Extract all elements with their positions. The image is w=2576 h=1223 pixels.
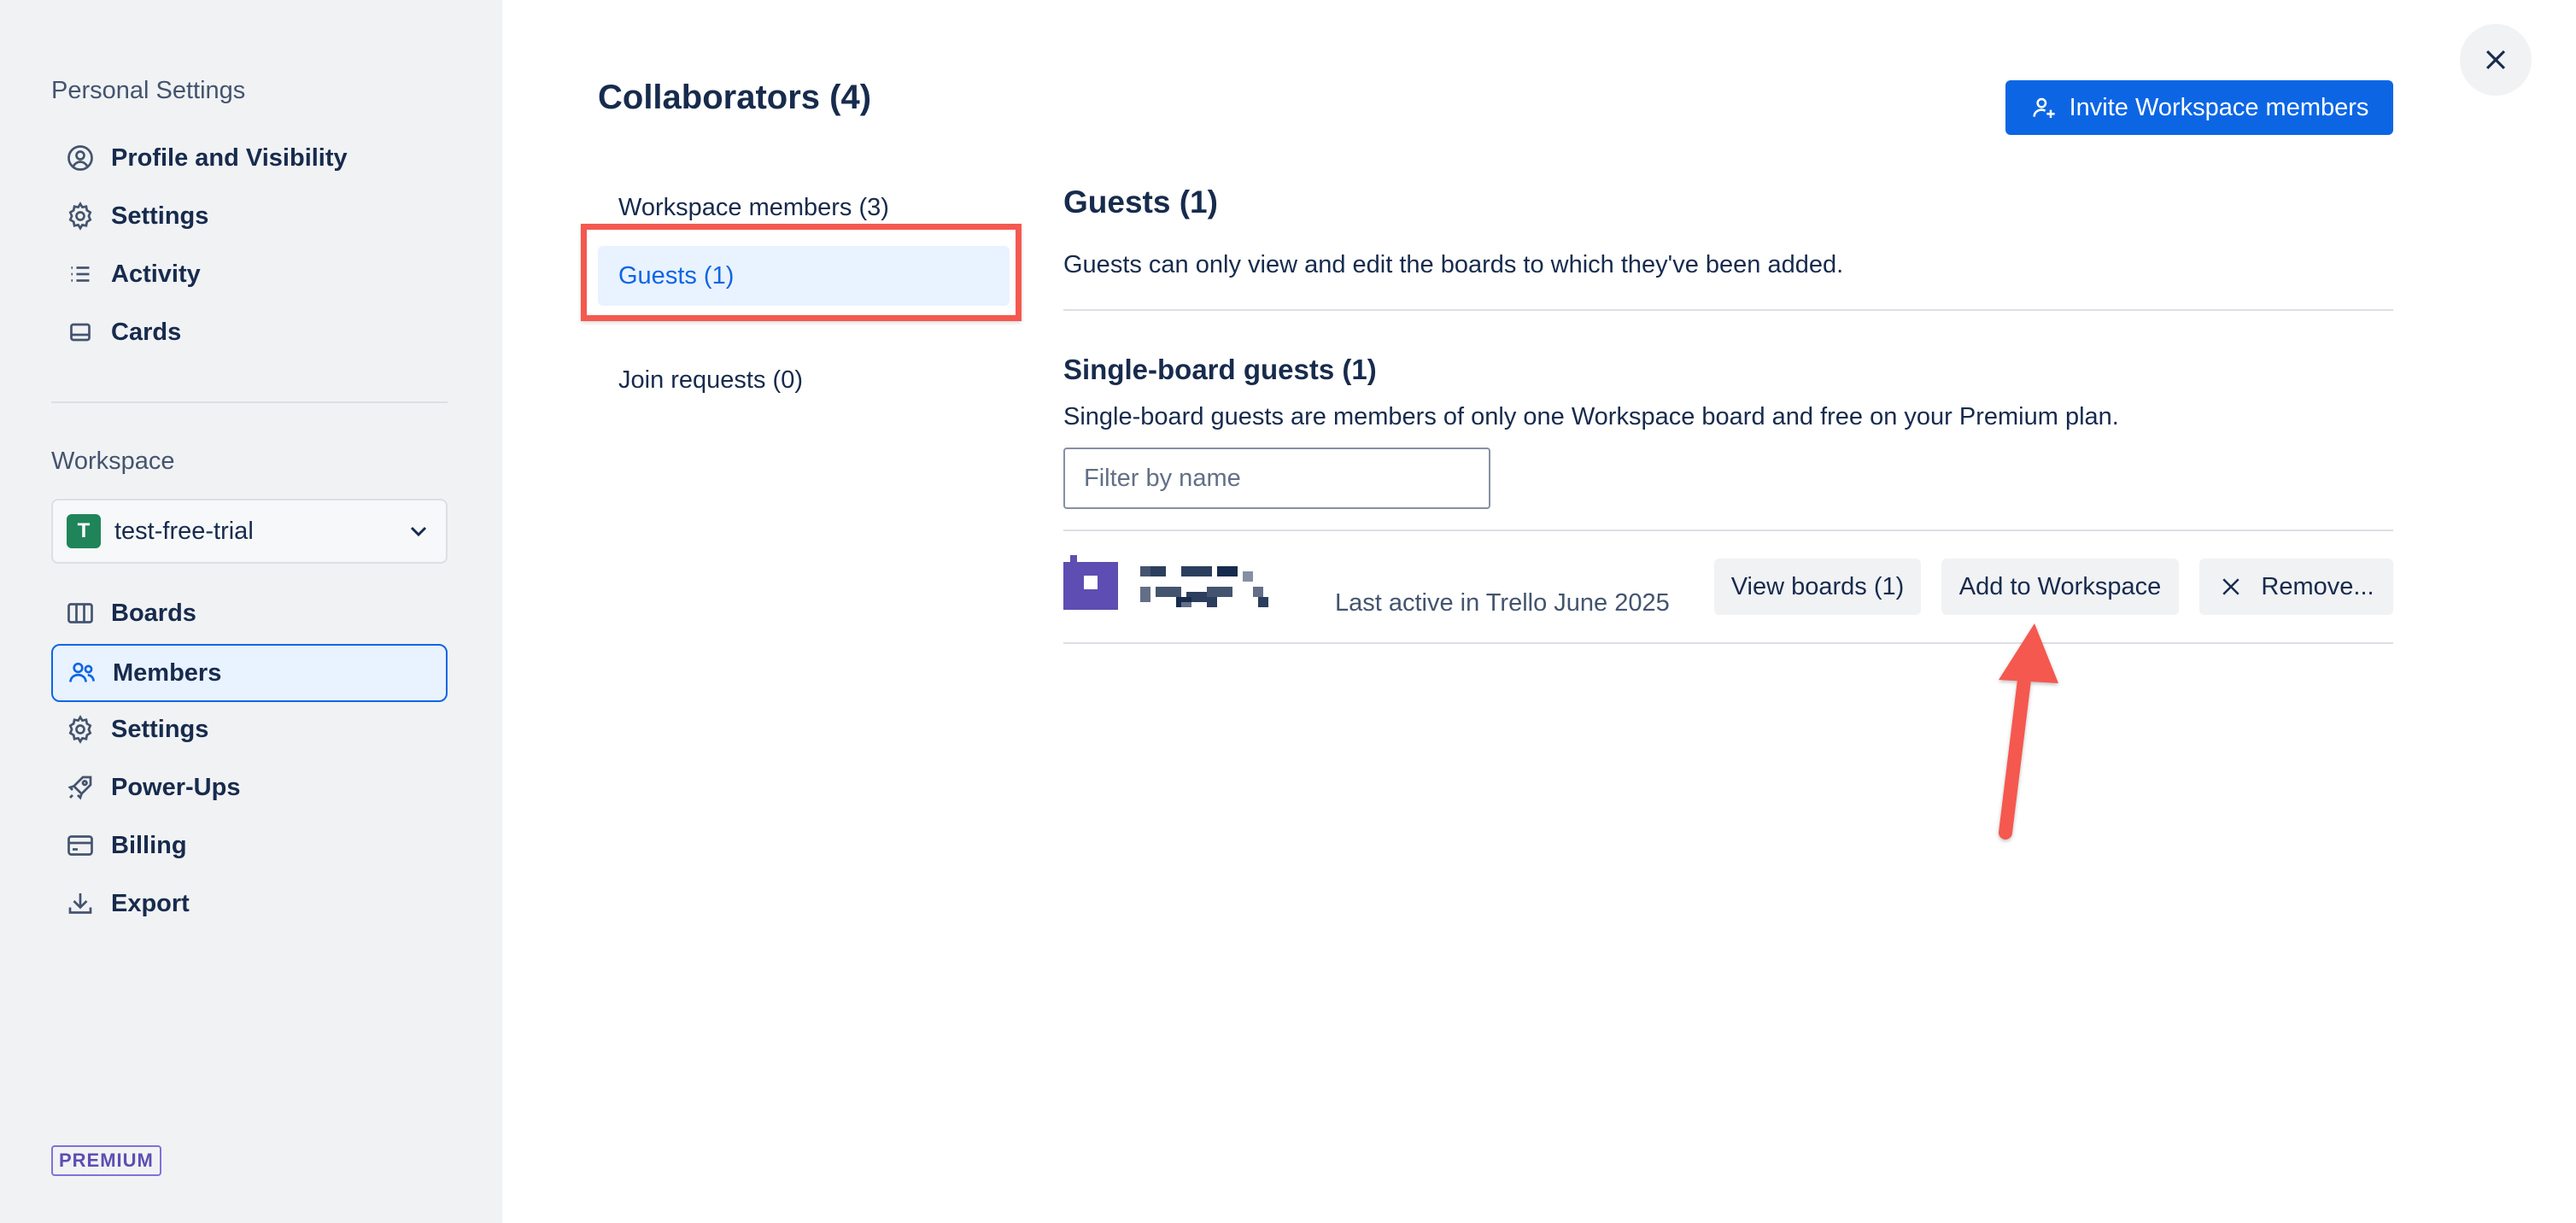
close-icon [2485, 50, 2506, 70]
sidebar-item-label: Billing [111, 831, 187, 859]
sidebar-item-label: Power-Ups [111, 773, 241, 801]
tab-label: Guests (1) [618, 261, 735, 290]
sidebar-item-label: Profile and Visibility [111, 143, 348, 172]
last-active-text: Last active in Trello June 2025 [1335, 589, 1670, 617]
user-circle-icon [65, 143, 96, 173]
annotation-arrow [1999, 623, 2058, 840]
chevron-down-icon [410, 526, 427, 537]
single-board-guests-description: Single-board guests are members of only … [1063, 403, 2119, 430]
boards-icon [65, 598, 96, 629]
invite-button-label: Invite Workspace members [2069, 93, 2369, 121]
sidebar-item-label: Members [113, 658, 222, 687]
workspace-name: test-free-trial [114, 517, 254, 545]
sidebar-divider [51, 401, 448, 403]
tab-label: Join requests (0) [618, 366, 803, 394]
gear-icon [65, 714, 96, 745]
filter-by-name-input[interactable] [1063, 448, 1490, 509]
tab-workspace-members[interactable]: Workspace members (3) [598, 178, 1011, 237]
sidebar-item-activity[interactable]: Activity [51, 247, 448, 301]
sidebar-item-export[interactable]: Export [51, 876, 448, 931]
sidebar-item-members[interactable]: Members [51, 644, 448, 702]
list-icon [65, 259, 96, 290]
close-icon [2222, 578, 2240, 595]
guests-description: Guests can only view and edit the boards… [1063, 251, 1844, 278]
workspace-logo: T [67, 514, 101, 548]
add-user-icon [2032, 97, 2055, 118]
members-icon [67, 658, 97, 688]
guests-heading: Guests (1) [1063, 184, 1218, 219]
view-boards-button[interactable]: View boards (1) [1714, 559, 1921, 615]
personal-settings-heading: Personal Settings [51, 77, 246, 104]
add-to-workspace-label: Add to Workspace [1958, 572, 2162, 600]
tab-guests[interactable]: Guests (1) [598, 246, 1010, 306]
invite-workspace-members-button[interactable]: Invite Workspace members [2005, 80, 2393, 135]
sidebar-item-boards[interactable]: Boards [51, 586, 448, 641]
sidebar-item-power-ups[interactable]: Power-Ups [51, 760, 448, 815]
sidebar-item-workspace-settings[interactable]: Settings [51, 702, 448, 757]
tab-label: Workspace members (3) [618, 193, 889, 221]
sidebar-item-label: Activity [111, 260, 201, 288]
rocket-icon [65, 772, 96, 803]
page-title: Collaborators (4) [598, 79, 872, 116]
workspace-selector[interactable]: T test-free-trial [51, 499, 448, 564]
sidebar: Personal Settings Profile and Visibility… [0, 0, 502, 1223]
sidebar-item-billing[interactable]: Billing [51, 818, 448, 873]
section-divider [1063, 309, 2393, 311]
download-icon [65, 888, 96, 919]
guest-row: Last active in Trello June 2025 View boa… [1063, 531, 2393, 642]
remove-button[interactable]: Remove... [2199, 559, 2393, 615]
close-button[interactable] [2460, 24, 2532, 96]
sidebar-item-label: Settings [111, 715, 209, 743]
sidebar-item-label: Cards [111, 318, 182, 346]
sidebar-item-label: Boards [111, 599, 196, 627]
avatar [1063, 555, 1118, 610]
sidebar-item-personal-settings[interactable]: Settings [51, 189, 448, 243]
sidebar-item-label: Settings [111, 202, 209, 230]
view-boards-label: View boards (1) [1730, 572, 1905, 600]
sidebar-item-cards[interactable]: Cards [51, 305, 448, 360]
add-to-workspace-button[interactable]: Add to Workspace [1941, 559, 2179, 615]
tab-join-requests[interactable]: Join requests (0) [598, 350, 1011, 410]
row-divider-bottom [1063, 642, 2393, 644]
credit-card-icon [65, 830, 96, 861]
gear-icon [65, 201, 96, 231]
card-icon [65, 317, 96, 348]
sidebar-item-profile[interactable]: Profile and Visibility [51, 131, 448, 185]
single-board-guests-heading: Single-board guests (1) [1063, 354, 1377, 385]
remove-label: Remove... [2261, 572, 2374, 600]
sidebar-item-label: Export [111, 889, 190, 917]
premium-badge: PREMIUM [51, 1145, 161, 1176]
workspace-heading: Workspace [51, 448, 175, 475]
redacted-guest-name [1140, 566, 1268, 607]
